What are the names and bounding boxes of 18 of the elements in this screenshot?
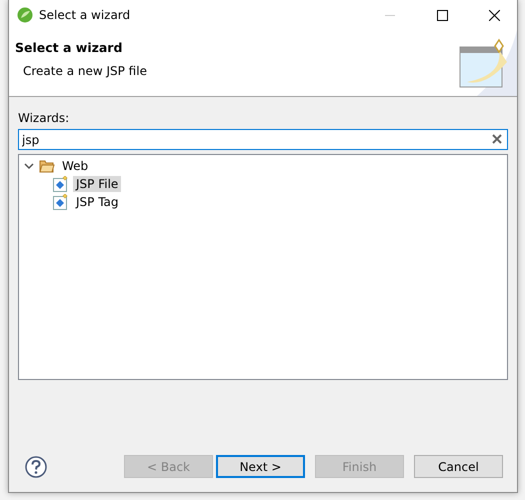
close-icon[interactable] — [488, 10, 500, 20]
maximize-icon[interactable] — [436, 10, 448, 20]
help-icon[interactable] — [25, 456, 47, 478]
tree-item[interactable]: Web — [59, 158, 92, 174]
folder-icon — [39, 158, 55, 174]
jsp-file-icon — [53, 176, 69, 192]
filter-field[interactable]: jsp — [18, 129, 508, 150]
dialog-button[interactable]: Next > — [216, 455, 305, 478]
tree-item[interactable]: JSP Tag — [73, 194, 122, 210]
clear-icon[interactable] — [492, 134, 502, 144]
header-title: Select a wizard — [15, 40, 124, 55]
window-title: Select a wizard — [39, 8, 132, 22]
header-description: Create a new JSP file — [22, 64, 148, 78]
dialog-button[interactable]: Cancel — [414, 455, 503, 478]
jsp-file-icon — [53, 194, 69, 210]
app-icon — [17, 7, 33, 23]
filter-label: Wizards: — [18, 111, 70, 125]
tree-item[interactable]: JSP File — [73, 176, 122, 192]
